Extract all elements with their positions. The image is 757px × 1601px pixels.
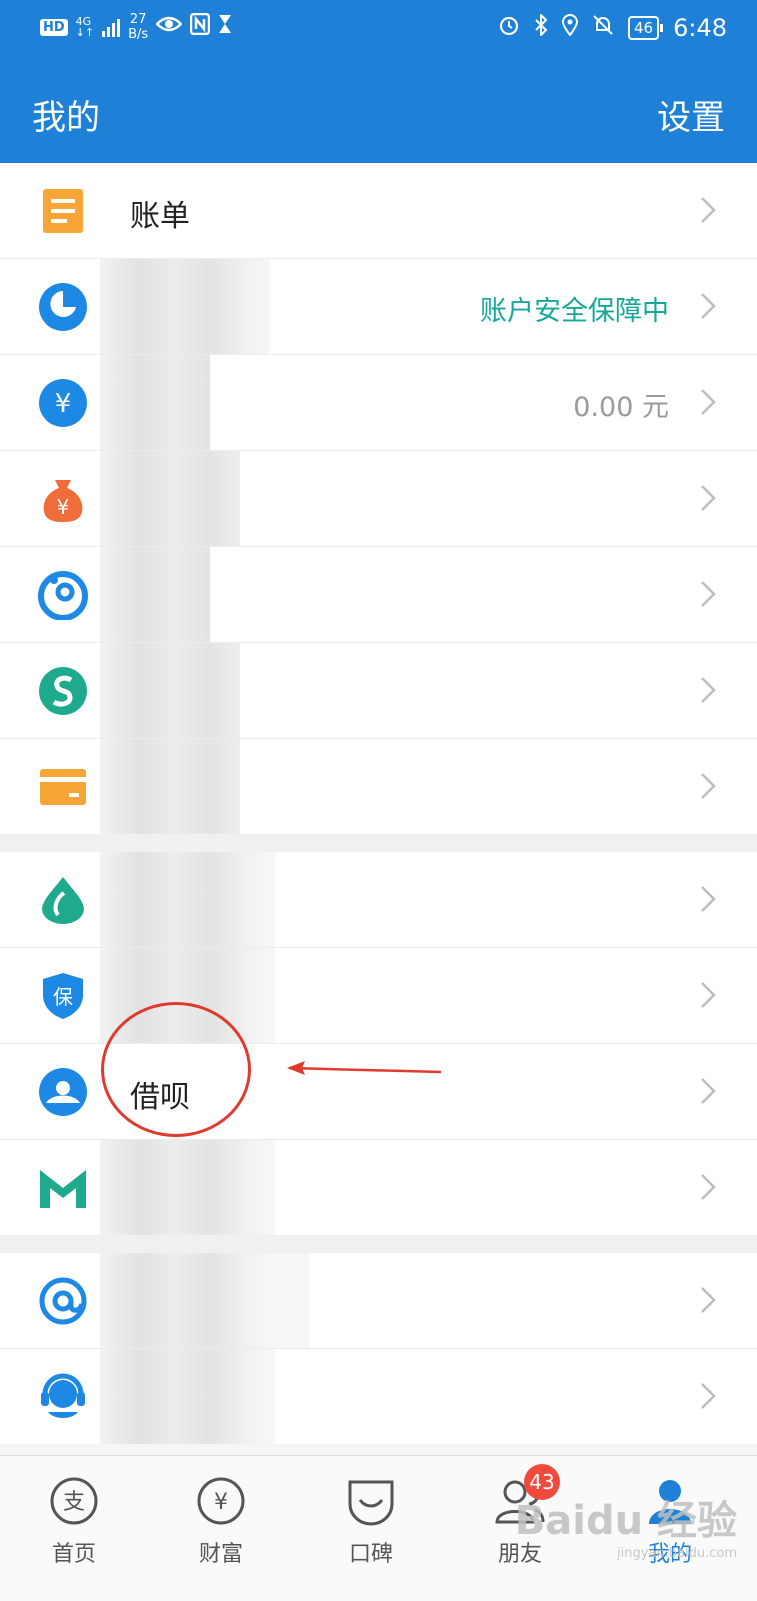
bluetooth-icon	[534, 12, 548, 42]
battery-icon: 46	[628, 16, 664, 40]
list-item-label: 账单	[130, 199, 190, 234]
alarm-icon	[498, 14, 520, 42]
chevron-right-icon	[701, 197, 716, 223]
jiebei-icon	[38, 1067, 88, 1117]
chevron-right-icon	[701, 1287, 716, 1313]
redacted-label	[100, 1349, 275, 1444]
chevron-right-icon	[701, 485, 716, 511]
alipay-home-icon: 支	[47, 1474, 101, 1528]
redacted-label	[100, 451, 240, 546]
redacted-label	[100, 547, 210, 642]
section-divider	[0, 834, 757, 852]
tab-label: 口碑	[348, 1542, 393, 1567]
chevron-right-icon	[701, 389, 716, 415]
signal-strength-icon	[102, 17, 121, 37]
tab-label: 首页	[51, 1542, 96, 1567]
list-item-account-security[interactable]: 账户安全保障中	[0, 259, 757, 355]
chevron-right-icon	[701, 581, 716, 607]
redacted-label	[100, 1140, 275, 1235]
hd-indicator: HD	[40, 18, 68, 36]
list-group-3	[0, 1253, 757, 1444]
sesame-drop-icon	[38, 875, 88, 925]
list-item-yuebao[interactable]	[0, 547, 757, 643]
list-item-bank-card[interactable]	[0, 739, 757, 834]
tab-koubei[interactable]: 口碑	[321, 1474, 421, 1568]
yuan-coin-icon: ¥	[38, 378, 88, 428]
network-type: 4G ↓↑	[75, 15, 95, 39]
customer-service-icon	[38, 1372, 88, 1422]
bill-icon	[38, 186, 88, 236]
annotation-circle	[101, 1002, 251, 1137]
money-bag-icon: ¥	[38, 474, 88, 524]
insurance-shield-icon: 保	[38, 971, 88, 1021]
list-item-money-bag[interactable]: ¥	[0, 451, 757, 547]
svg-text:保: 保	[53, 985, 73, 1009]
list-item-mybank[interactable]	[0, 1140, 757, 1235]
list-item-value: 0.00 元	[573, 392, 669, 423]
chevron-right-icon	[701, 293, 716, 319]
chevron-right-icon	[701, 1174, 716, 1200]
chevron-right-icon	[701, 886, 716, 912]
list-item-insurance[interactable]: 保	[0, 948, 757, 1044]
section-divider	[0, 1235, 757, 1253]
yuebao-icon	[38, 570, 88, 620]
list-item-bill[interactable]: 账单	[0, 163, 757, 259]
svg-text:¥: ¥	[214, 1490, 228, 1515]
status-bar: HD 4G ↓↑ 27 B/s 46 6:48	[0, 0, 757, 64]
mute-bell-icon	[592, 14, 614, 42]
eye-icon	[155, 15, 183, 39]
nfc-icon	[189, 12, 211, 41]
at-sign-icon	[38, 1276, 88, 1326]
bottom-tab-bar: 支 首页 ¥ 财富 口碑 43 朋友 我的 Baidu 经验 jingyan.b…	[0, 1455, 757, 1601]
chevron-right-icon	[701, 677, 716, 703]
list-item-s-service[interactable]	[0, 643, 757, 739]
clock: 6:48	[673, 14, 727, 42]
bank-card-icon	[38, 762, 88, 812]
tab-label: 财富	[198, 1542, 243, 1567]
svg-text:¥: ¥	[55, 389, 72, 419]
list-item-customer-service[interactable]	[0, 1349, 757, 1444]
koubei-icon	[344, 1474, 398, 1528]
redacted-label	[100, 739, 240, 834]
tab-wealth[interactable]: ¥ 财富	[171, 1474, 271, 1568]
tab-home[interactable]: 支 首页	[24, 1474, 124, 1568]
list-item-at-service[interactable]	[0, 1253, 757, 1349]
hourglass-icon	[218, 14, 232, 40]
annotation-arrow	[287, 1061, 442, 1075]
list-group-1: 账单 账户安全保障中 ¥ 0.00 元 ¥	[0, 163, 757, 834]
mybank-m-icon	[38, 1163, 88, 1213]
location-icon	[561, 14, 579, 42]
pie-chart-icon	[38, 282, 88, 332]
network-speed: 27 B/s	[128, 12, 149, 42]
list-item-balance[interactable]: ¥ 0.00 元	[0, 355, 757, 451]
chevron-right-icon	[701, 773, 716, 799]
redacted-label	[100, 852, 275, 947]
baidu-watermark: Baidu 经验 jingyan.baidu.com	[514, 1498, 737, 1561]
redacted-label	[100, 259, 270, 354]
redacted-label	[100, 355, 210, 450]
wealth-yuan-icon: ¥	[194, 1474, 248, 1528]
redacted-label	[100, 1253, 310, 1348]
list-item-value: 账户安全保障中	[480, 296, 669, 327]
svg-text:¥: ¥	[57, 495, 70, 519]
chevron-right-icon	[701, 982, 716, 1008]
redacted-label	[100, 643, 240, 738]
s-swirl-icon	[38, 666, 88, 716]
chevron-right-icon	[701, 1078, 716, 1104]
settings-button[interactable]: 设置	[657, 90, 725, 139]
chevron-right-icon	[701, 1383, 716, 1409]
svg-text:支: 支	[63, 1490, 85, 1515]
menu-list: 账单 账户安全保障中 ¥ 0.00 元 ¥ 保 借呗	[0, 163, 757, 1444]
list-item-sesame[interactable]	[0, 852, 757, 948]
page-title: 我的	[32, 98, 100, 138]
app-header: HD 4G ↓↑ 27 B/s 46 6:48 我的 设置	[0, 0, 757, 163]
